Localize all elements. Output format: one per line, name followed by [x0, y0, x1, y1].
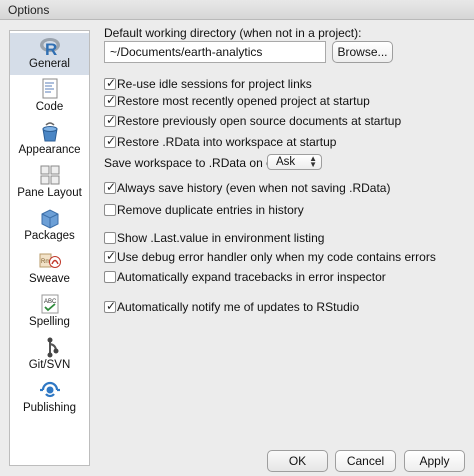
option-label: Automatically notify me of updates to RS… — [117, 300, 360, 314]
option-label: Show .Last.value in environment listing — [117, 231, 325, 245]
sidebar-item-label: Packages — [24, 230, 75, 242]
updown-arrows-icon: ▲ ▼ — [309, 154, 317, 169]
checkbox[interactable] — [104, 204, 116, 216]
sidebar-item-label: Git/SVN — [28, 359, 71, 371]
checkbox[interactable]: ✓ — [104, 76, 117, 90]
sidebar-item-pane-layout[interactable]: Pane Layout — [10, 162, 89, 204]
checkbox[interactable] — [104, 271, 116, 283]
option-label: Remove duplicate entries in history — [117, 203, 304, 217]
cancel-button[interactable]: Cancel — [335, 450, 396, 472]
option-label: Automatically expand tracebacks in error… — [117, 270, 386, 284]
paint-bucket-icon — [42, 122, 58, 142]
svg-text:R: R — [45, 40, 57, 57]
option-label: Restore previously open source documents… — [117, 114, 402, 128]
browse-button[interactable]: Browse... — [332, 41, 393, 63]
checkmark-icon: ✓ — [106, 134, 117, 148]
option-label: Restore most recently opened project at … — [117, 94, 370, 108]
sidebar-item-packages[interactable]: Packages — [10, 205, 89, 247]
window-title: Options — [8, 3, 50, 17]
checkmark-icon: ✓ — [106, 93, 117, 107]
option-label: Use debug error handler only when my cod… — [117, 250, 436, 264]
sidebar-item-label: Pane Layout — [17, 187, 82, 199]
checkbox[interactable]: ✓ — [104, 249, 117, 263]
git-svn-icon — [47, 337, 59, 358]
checkmark-icon: ✓ — [106, 76, 117, 90]
sweave-pdf-icon: Rnw — [39, 253, 61, 268]
sidebar-item-code[interactable]: Code — [10, 76, 89, 118]
option-label: Re-use idle sessions for project links — [117, 77, 312, 91]
sidebar-item-publishing[interactable]: Publishing — [10, 377, 89, 419]
checkbox[interactable]: ✓ — [104, 93, 117, 107]
sidebar-item-label: Publishing — [22, 402, 77, 414]
pane-grid-icon — [40, 165, 60, 185]
working-dir-input[interactable] — [104, 41, 326, 63]
checkmark-icon: ✓ — [106, 113, 117, 127]
checkbox[interactable]: ✓ — [104, 113, 117, 127]
sidebar-item-general[interactable]: R General — [10, 33, 89, 75]
checkbox[interactable]: ✓ — [104, 299, 117, 313]
sidebar-item-label: Spelling — [29, 316, 70, 328]
apply-button[interactable]: Apply — [404, 450, 465, 472]
checkmark-icon: ✓ — [106, 299, 117, 313]
options-sidebar: R General Code Appearance Pane Layout Pa… — [9, 30, 90, 466]
sidebar-item-git-svn[interactable]: Git/SVN — [10, 334, 89, 376]
option-label: Always save history (even when not savin… — [117, 181, 391, 195]
ok-button[interactable]: OK — [267, 450, 328, 472]
window-titlebar: Options — [0, 0, 474, 20]
save-workspace-select[interactable]: Ask ▲ ▼ — [267, 154, 322, 170]
spellcheck-abc-icon: ABC — [41, 294, 59, 314]
save-workspace-label: Save workspace to .RData on exit: — [104, 156, 289, 170]
sidebar-item-sweave[interactable]: Rnw Sweave — [10, 248, 89, 290]
r-logo-icon: R — [40, 38, 60, 57]
select-value: Ask — [276, 156, 296, 168]
checkbox[interactable]: ✓ — [104, 180, 117, 194]
checkmark-icon: ✓ — [106, 249, 117, 263]
checkbox[interactable]: ✓ — [104, 134, 117, 148]
publish-icon — [40, 381, 60, 398]
sidebar-item-label: General — [29, 58, 70, 70]
package-box-icon — [41, 209, 59, 229]
checkmark-icon: ✓ — [106, 180, 117, 194]
checkbox[interactable] — [104, 232, 116, 244]
sidebar-item-label: Appearance — [18, 144, 81, 156]
sidebar-item-spelling[interactable]: ABC Spelling — [10, 291, 89, 333]
sidebar-item-label: Code — [35, 101, 64, 113]
code-file-icon — [42, 78, 58, 99]
sidebar-item-appearance[interactable]: Appearance — [10, 119, 89, 161]
sidebar-item-label: Sweave — [29, 273, 70, 285]
working-dir-label: Default working directory (when not in a… — [104, 26, 362, 40]
option-label: Restore .RData into workspace at startup — [117, 135, 337, 149]
